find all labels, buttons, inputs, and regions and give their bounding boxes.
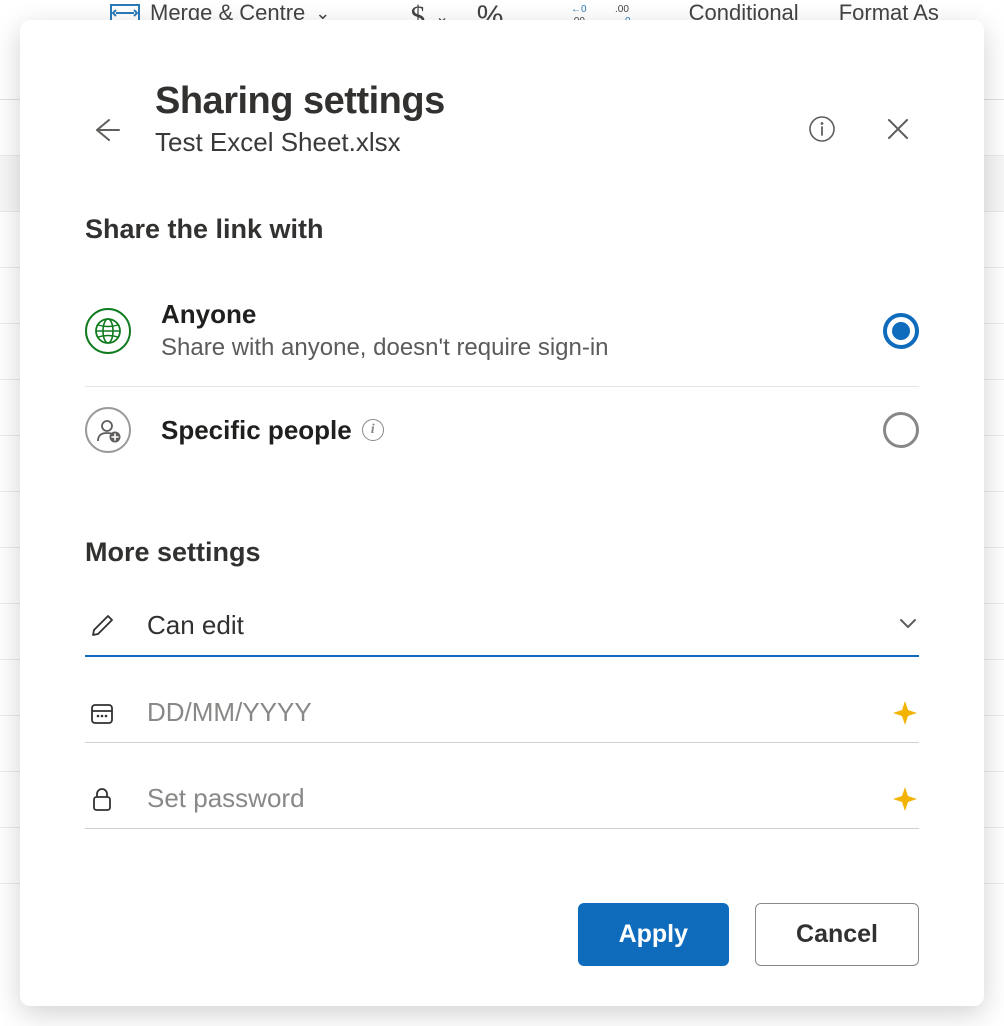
radio-anyone[interactable] [883, 313, 919, 349]
share-option-anyone[interactable]: Anyone Share with anyone, doesn't requir… [85, 279, 919, 387]
password-row [85, 765, 919, 829]
people-add-icon [85, 407, 131, 453]
radio-specific-people[interactable] [883, 412, 919, 448]
share-scope-options: Anyone Share with anyone, doesn't requir… [85, 279, 919, 477]
share-option-anyone-title: Anyone [161, 299, 853, 330]
svg-text:←0: ←0 [571, 4, 587, 15]
dialog-subtitle: Test Excel Sheet.xlsx [155, 127, 771, 158]
permission-label: Can edit [147, 610, 869, 641]
specific-people-info-icon[interactable]: i [362, 419, 384, 441]
arrow-left-icon [89, 114, 121, 146]
close-icon [886, 117, 910, 141]
permission-dropdown[interactable]: Can edit [85, 592, 919, 657]
share-option-specific-people[interactable]: Specific people i [85, 387, 919, 477]
dialog-title: Sharing settings [155, 80, 771, 123]
chevron-down-icon [897, 612, 919, 639]
svg-text:.00: .00 [615, 4, 629, 15]
share-option-specific-title: Specific people [161, 415, 352, 446]
globe-icon [85, 308, 131, 354]
back-button[interactable] [85, 110, 125, 150]
password-input[interactable] [147, 783, 863, 814]
info-button[interactable] [801, 108, 843, 150]
close-button[interactable] [877, 108, 919, 150]
pencil-icon [85, 612, 119, 640]
lock-icon [85, 785, 119, 813]
share-option-anyone-desc: Share with anyone, doesn't require sign-… [161, 334, 853, 362]
premium-sparkle-icon [891, 785, 919, 813]
premium-sparkle-icon [891, 699, 919, 727]
cancel-button[interactable]: Cancel [755, 903, 919, 966]
sharing-settings-dialog: Sharing settings Test Excel Sheet.xlsx S… [20, 20, 984, 1006]
calendar-icon [85, 699, 119, 727]
info-icon [808, 115, 836, 143]
share-link-with-heading: Share the link with [85, 214, 919, 245]
expiry-date-input[interactable] [147, 697, 863, 728]
more-settings-heading: More settings [85, 537, 919, 568]
apply-button[interactable]: Apply [578, 903, 729, 966]
expiry-date-row [85, 679, 919, 743]
